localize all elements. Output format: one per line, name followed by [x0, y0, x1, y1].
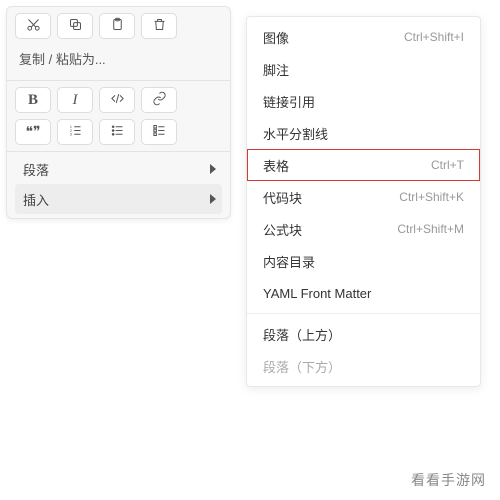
paste-button[interactable]: [99, 13, 135, 39]
insert-item-shortcut: Ctrl+Shift+M: [397, 222, 464, 236]
format-row-2: ❝❞ 123: [15, 119, 222, 145]
chevron-right-icon: [210, 164, 216, 174]
insert-item-4[interactable]: 表格 Ctrl+T: [247, 149, 480, 181]
code-icon: [110, 91, 125, 109]
cut-icon: [26, 17, 41, 35]
svg-text:3: 3: [69, 133, 71, 137]
insert-item-label: 内容目录: [263, 252, 315, 271]
copy-icon: [68, 17, 83, 35]
link-icon: [152, 91, 167, 109]
copy-button[interactable]: [57, 13, 93, 39]
insert-item-label: 公式块: [263, 220, 302, 239]
insert-item-label: 水平分割线: [263, 124, 328, 143]
insert-menu[interactable]: 插入: [15, 184, 222, 214]
insert-item-label: 图像: [263, 28, 289, 47]
insert-item-2[interactable]: 链接引用: [247, 85, 480, 117]
insert-label: 插入: [23, 190, 49, 209]
format-row-1: B I: [15, 87, 222, 113]
quote-icon: ❝❞: [25, 124, 40, 141]
task-list-icon: [152, 123, 167, 141]
link-button[interactable]: [141, 87, 177, 113]
insert-item-0[interactable]: 图像 Ctrl+Shift+I: [247, 21, 480, 53]
paragraph-label: 段落: [23, 160, 49, 179]
insert-item-6[interactable]: 公式块 Ctrl+Shift+M: [247, 213, 480, 245]
paragraph-menu[interactable]: 段落: [15, 154, 222, 184]
bold-icon: B: [28, 92, 38, 109]
insert-item-label: 脚注: [263, 60, 289, 79]
delete-button[interactable]: [141, 13, 177, 39]
cut-button[interactable]: [15, 13, 51, 39]
insert-item-5[interactable]: 代码块 Ctrl+Shift+K: [247, 181, 480, 213]
divider: [7, 80, 230, 81]
insert-item-7[interactable]: 内容目录: [247, 245, 480, 277]
ordered-list-icon: 123: [68, 123, 83, 141]
insert-item-shortcut: Ctrl+Shift+K: [399, 190, 464, 204]
insert-item-label: YAML Front Matter: [263, 286, 371, 301]
unordered-list-icon: [110, 123, 125, 141]
trash-icon: [152, 17, 167, 35]
insert-item-label: 链接引用: [263, 92, 315, 111]
context-panel: 复制 / 粘贴为... B I ❝❞ 123: [6, 6, 231, 219]
italic-icon: I: [73, 92, 78, 109]
insert-item-shortcut: Ctrl+T: [431, 158, 464, 172]
divider: [7, 151, 230, 152]
insert-item-1[interactable]: 脚注: [247, 53, 480, 85]
task-list-button[interactable]: [141, 119, 177, 145]
italic-button[interactable]: I: [57, 87, 93, 113]
code-button[interactable]: [99, 87, 135, 113]
insert-item-label: 代码块: [263, 188, 302, 207]
insert-item-3[interactable]: 水平分割线: [247, 117, 480, 149]
copy-paste-as-label[interactable]: 复制 / 粘贴为...: [15, 45, 222, 76]
insert-item-label: 表格: [263, 156, 289, 175]
insert-item-label: 段落（下方）: [263, 357, 341, 376]
quote-button[interactable]: ❝❞: [15, 119, 51, 145]
insert-item-shortcut: Ctrl+Shift+I: [404, 30, 464, 44]
insert-after-item-0[interactable]: 段落（上方）: [247, 318, 480, 350]
insert-item-8[interactable]: YAML Front Matter: [247, 277, 480, 309]
clipboard-row: [15, 13, 222, 39]
insert-item-label: 段落（上方）: [263, 325, 341, 344]
insert-submenu: 图像 Ctrl+Shift+I 脚注链接引用水平分割线表格 Ctrl+T 代码块 Ctrl…: [246, 16, 481, 387]
unordered-list-button[interactable]: [99, 119, 135, 145]
bold-button[interactable]: B: [15, 87, 51, 113]
chevron-right-icon: [210, 194, 216, 204]
ordered-list-button[interactable]: 123: [57, 119, 93, 145]
insert-after-item-1[interactable]: 段落（下方）: [247, 350, 480, 382]
paste-icon: [110, 17, 125, 35]
divider: [247, 313, 480, 314]
watermark-text: 看看手游网: [411, 470, 486, 490]
